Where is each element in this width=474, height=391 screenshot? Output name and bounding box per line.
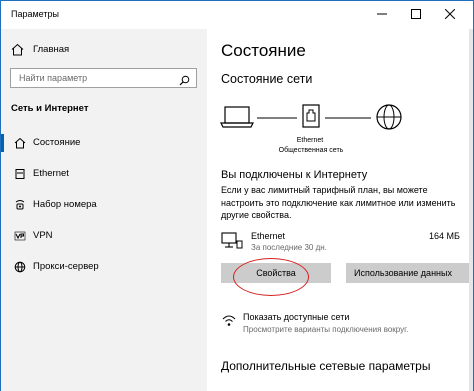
home-label: Главная — [33, 43, 70, 55]
diagram-label-network-type: Общественная сеть — [278, 147, 344, 154]
diagram-label-ethernet: Ethernet — [296, 137, 324, 144]
close-icon — [445, 9, 455, 19]
ethernet-pc-icon — [221, 232, 243, 249]
vpn-icon — [13, 229, 27, 243]
settings-window: Параметры Главная Найти параметр Сеть и … — [0, 0, 474, 391]
connected-title: Вы подключены к Интернету — [221, 169, 368, 181]
sidebar-item-label: VPN — [33, 230, 53, 241]
home-icon — [11, 43, 25, 56]
home-status-icon — [13, 136, 27, 150]
internet-globe-icon — [376, 104, 402, 130]
sidebar-item-label: Ethernet — [33, 168, 69, 179]
dialup-icon — [13, 198, 27, 212]
scrollbar[interactable] — [469, 29, 473, 391]
ethernet-icon — [13, 167, 27, 181]
available-networks-subtitle: Просмотрите варианты подключения вокруг. — [243, 325, 409, 334]
sidebar-item-vpn[interactable]: VPN — [1, 226, 207, 246]
globe-icon — [13, 260, 27, 274]
search-placeholder: Найти параметр — [19, 73, 88, 83]
sidebar-item-label: Прокси-сервер — [33, 261, 99, 272]
network-status-title: Состояние сети — [221, 72, 313, 86]
show-available-networks-link[interactable]: Показать доступные сети — [243, 312, 349, 322]
sidebar-item-status[interactable]: Состояние — [1, 133, 207, 153]
page-title: Состояние — [221, 41, 306, 60]
ethernet-port-icon — [302, 104, 320, 128]
main-content: Состояние Состояние сети Ethernet Общест… — [207, 29, 473, 391]
connection-period: За последние 30 дн. — [251, 243, 327, 252]
sidebar-item-proxy[interactable]: Прокси-сервер — [1, 257, 207, 277]
window-title: Параметры — [11, 9, 59, 19]
connection-description: Если у вас лимитный тарифный план, вы мо… — [221, 185, 456, 220]
sidebar-item-label: Набор номера — [33, 199, 97, 210]
search-icon[interactable] — [179, 73, 190, 91]
sidebar: Главная Найти параметр Сеть и Интернет С… — [1, 29, 207, 391]
wifi-network-icon — [222, 315, 236, 326]
maximize-icon — [411, 9, 421, 19]
search-input[interactable]: Найти параметр — [10, 68, 197, 88]
sidebar-item-ethernet[interactable]: Ethernet — [1, 164, 207, 184]
advanced-settings-title: Дополнительные сетевые параметры — [221, 359, 431, 373]
highlight-circle — [233, 258, 309, 296]
laptop-icon — [220, 106, 254, 128]
sidebar-item-label: Состояние — [33, 137, 81, 148]
minimize-button[interactable] — [365, 1, 399, 27]
section-title: Сеть и Интернет — [11, 103, 89, 114]
connection-name: Ethernet — [251, 231, 286, 241]
minimize-icon — [377, 13, 387, 15]
connection-data-size: 164 МБ — [429, 231, 460, 241]
sidebar-home[interactable]: Главная — [11, 41, 69, 57]
title-bar: Параметры — [1, 1, 473, 29]
sidebar-item-dialup[interactable]: Набор номера — [1, 195, 207, 215]
close-button[interactable] — [433, 1, 467, 27]
data-usage-button[interactable]: Использование данных — [346, 263, 473, 283]
maximize-button[interactable] — [399, 1, 433, 27]
